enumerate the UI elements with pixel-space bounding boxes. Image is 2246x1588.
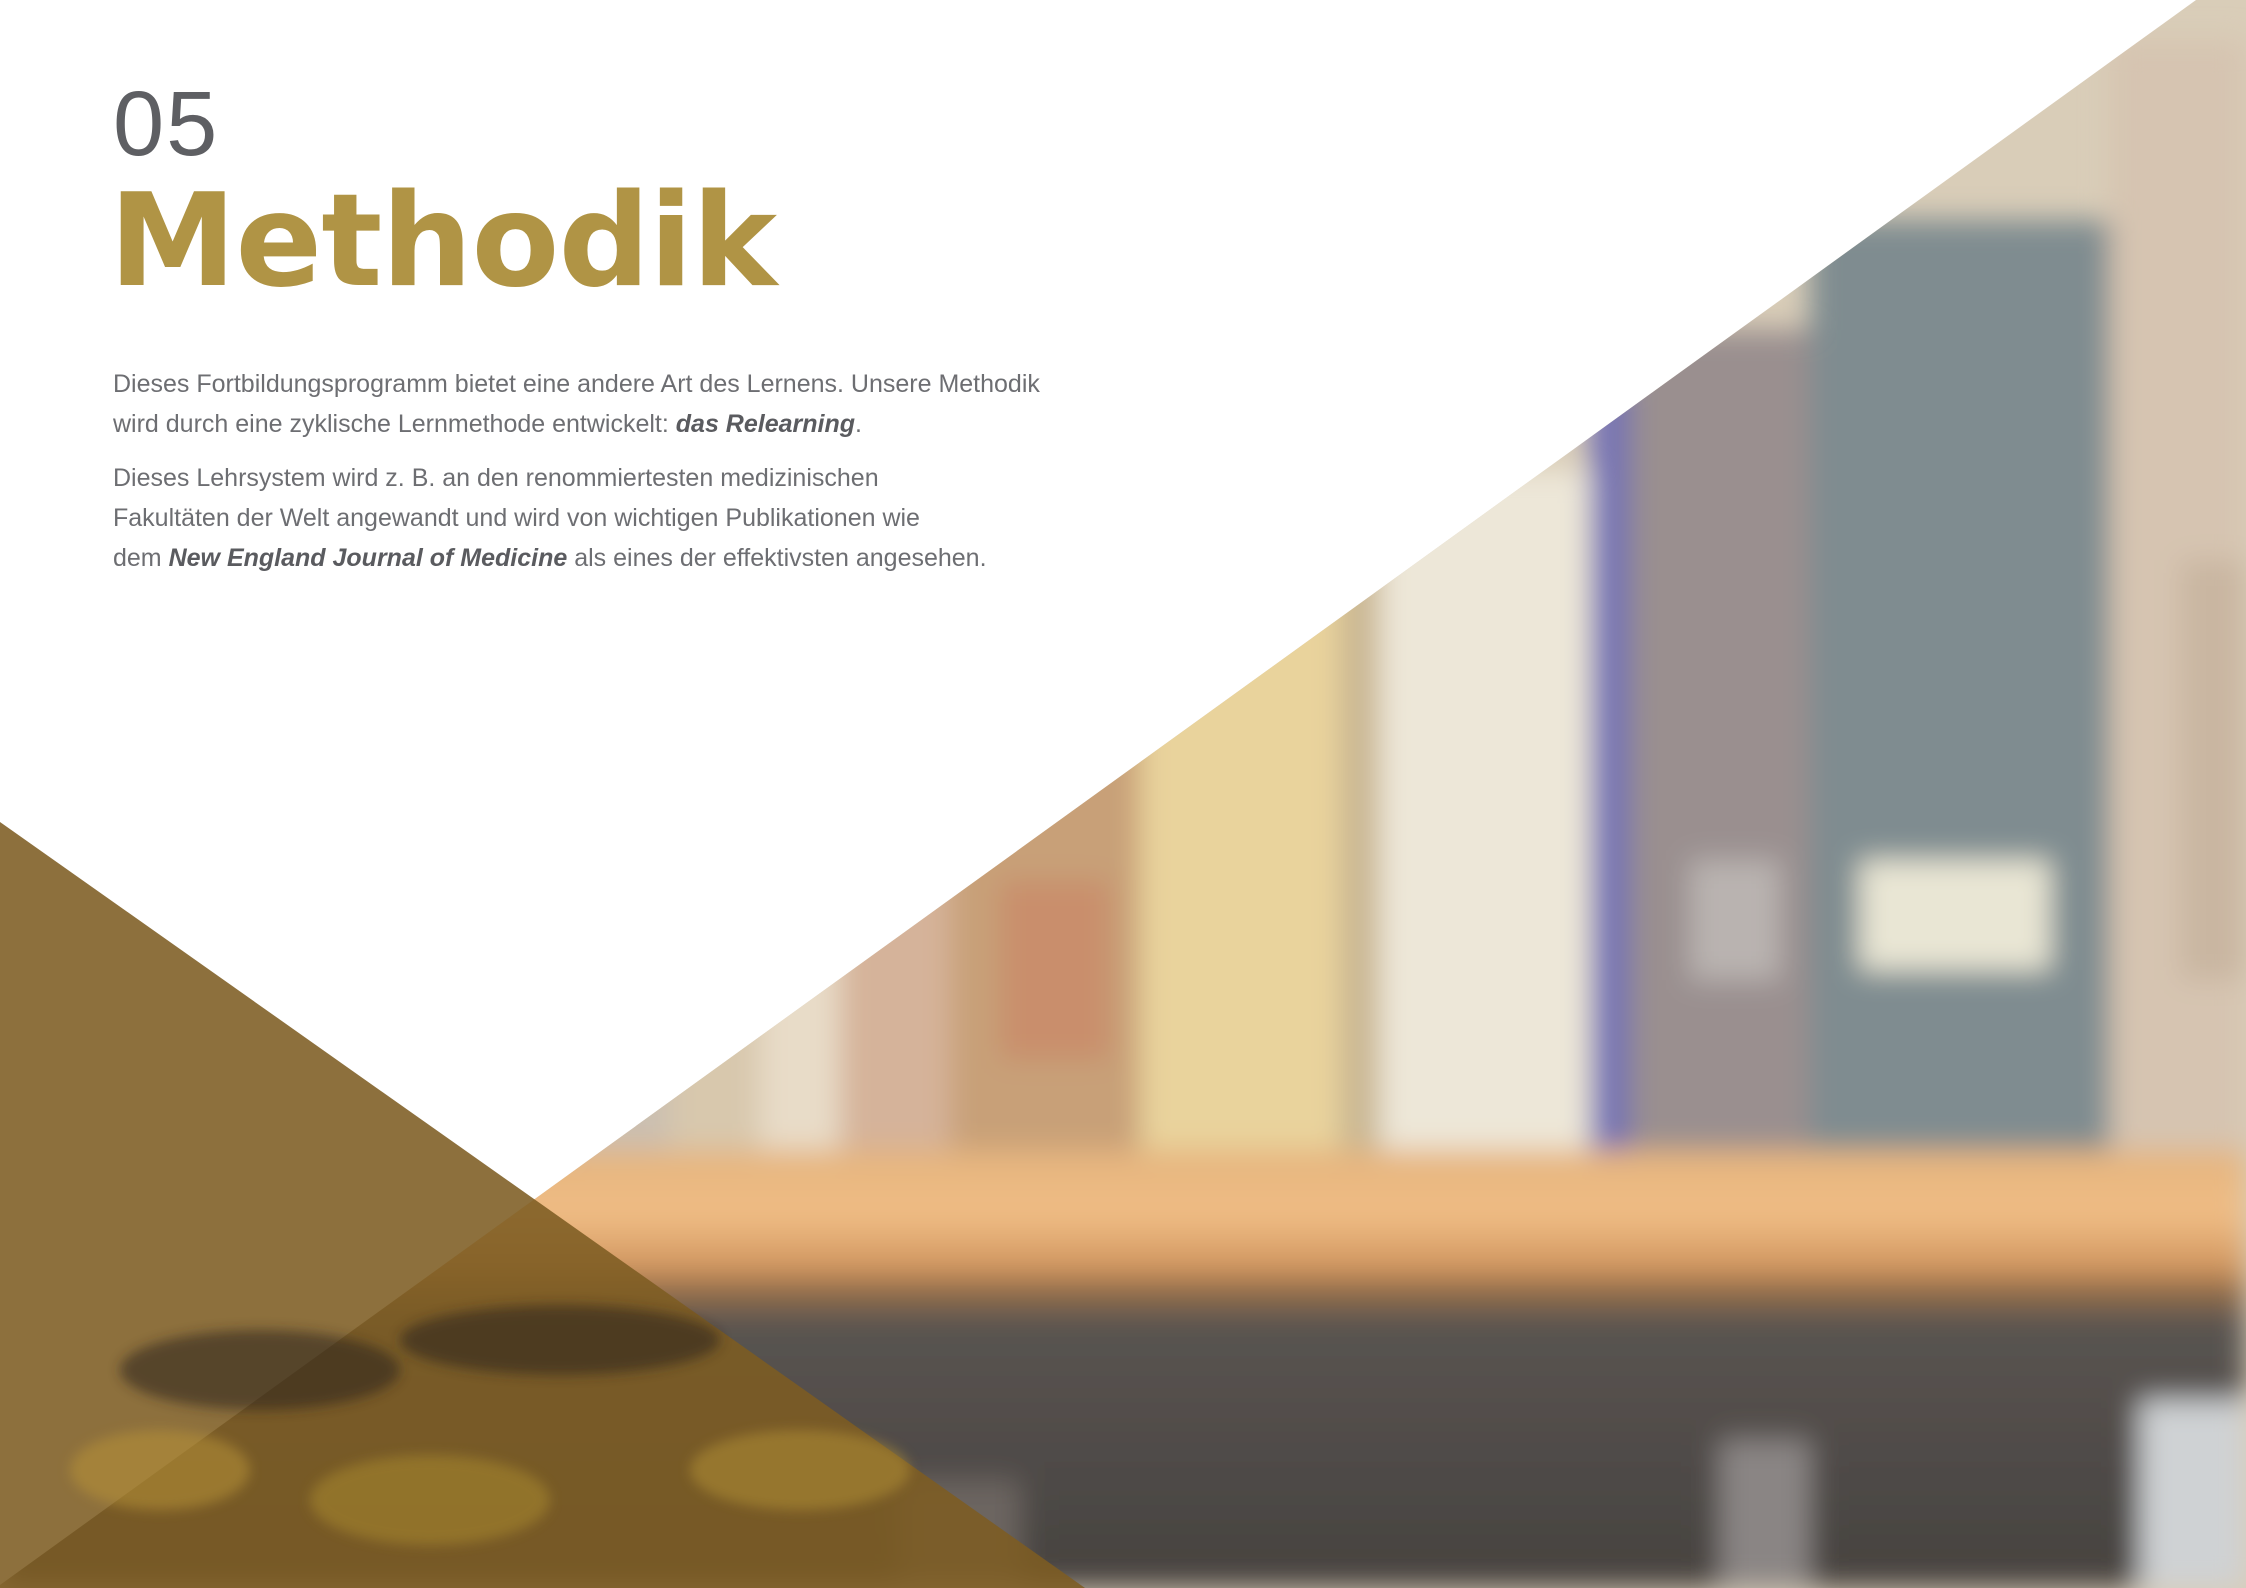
teaching-line-3-end: als eines der effektivsten angesehen. [567,544,987,572]
intro-line-1: Dieses Fortbildungsprogramm bietet eine … [113,370,1040,398]
intro-line-2-end: . [855,410,862,438]
intro-paragraph: Dieses Fortbildungsprogramm bietet eine … [113,364,1113,444]
intro-line-2: wird durch eine zyklische Lernmethode en… [113,410,676,438]
teaching-line-3: dem [113,544,169,572]
teaching-line-1: Dieses Lehrsystem wird z. B. an den reno… [113,464,879,492]
relearning-emphasis: das Relearning [675,410,856,438]
methodology-section: 05 Methodik Dieses Fortbildungsprogramm … [109,73,1113,578]
section-title: Methodik [109,167,777,316]
teaching-system-paragraph: Dieses Lehrsystem wird z. B. an den reno… [113,458,1113,578]
teaching-line-2: Fakultäten der Welt angewandt und wird v… [113,504,920,532]
journal-emphasis: New England Journal of Medicine [168,544,568,572]
section-number: 05 [113,73,220,175]
